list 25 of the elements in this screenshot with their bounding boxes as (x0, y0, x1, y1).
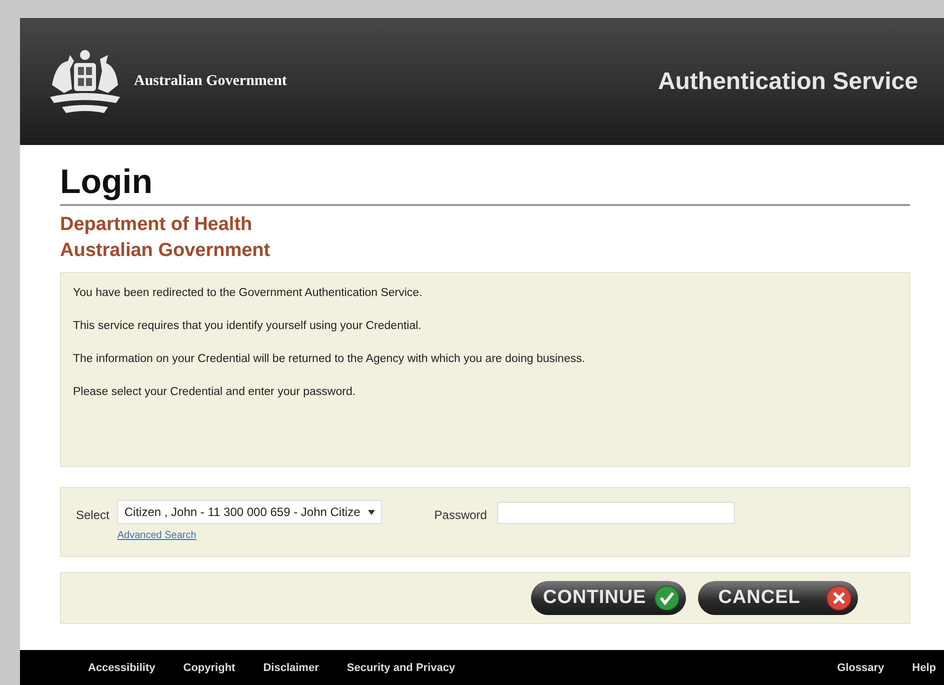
credential-dropdown[interactable]: Citizen , John - 11 300 000 659 - John Citize (117, 500, 382, 524)
password-label: Password (434, 508, 487, 522)
close-icon (826, 585, 852, 611)
footer-link[interactable]: Help (912, 662, 936, 674)
info-text: The information on your Credential will be returned to the Agency with which you are doing business. (73, 353, 586, 365)
agency-name: Department of Health (60, 213, 252, 237)
cancel-button[interactable]: CANCEL (698, 581, 858, 615)
select-label: Select (76, 508, 110, 522)
info-text: Please select your Credential and enter your password. (73, 386, 356, 398)
footer-link[interactable]: Glossary (837, 662, 884, 674)
footer-link[interactable]: Copyright (183, 662, 236, 674)
ok-button[interactable]: CONTINUE (531, 581, 686, 615)
service-title: Authentication Service (658, 68, 918, 96)
info-text: This service requires that you identify yourself using your Credential. (73, 320, 422, 332)
footer-link[interactable]: Security and Privacy (346, 662, 456, 674)
agency-name: Australian Government (60, 239, 270, 263)
caret-icon (368, 510, 376, 514)
footer-link[interactable]: Accessibility (88, 662, 156, 674)
footer-link[interactable]: Disclaimer (263, 662, 319, 674)
password-field[interactable] (496, 502, 735, 524)
page-title: Login (60, 163, 910, 206)
logo-text: Australian Government (134, 73, 287, 90)
check-icon (654, 585, 680, 611)
info-text: You have been redirected to the Government Authentication Service. (73, 287, 422, 299)
advanced-search-link[interactable]: Advanced Search (117, 530, 196, 541)
